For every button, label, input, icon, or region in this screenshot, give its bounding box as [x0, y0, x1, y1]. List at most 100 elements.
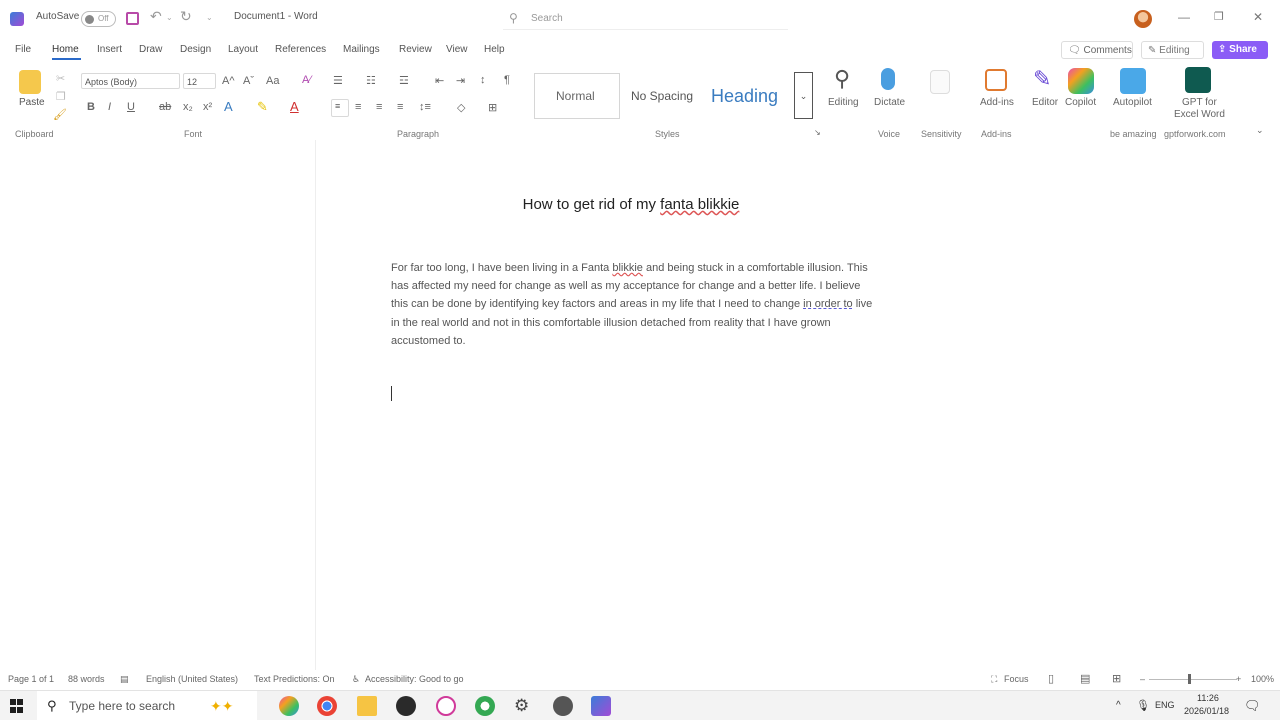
tab-mailings[interactable]: Mailings [343, 44, 380, 55]
shading-icon[interactable]: ◇ [457, 101, 465, 114]
document-heading[interactable]: How to get rid of my fanta blikkie [370, 196, 892, 213]
tab-design[interactable]: Design [180, 44, 211, 55]
minimize-icon[interactable]: — [1178, 10, 1190, 24]
editing-ribbon-label[interactable]: Editing [828, 97, 859, 108]
file-explorer-icon[interactable] [357, 696, 377, 716]
text-effects-icon[interactable]: A [224, 99, 233, 114]
line-spacing-icon[interactable]: ↕≡ [419, 101, 431, 113]
ribbon-collapse-icon[interactable]: ⌄ [1256, 125, 1264, 136]
addins-label[interactable]: Add-ins [980, 97, 1014, 108]
increase-indent-icon[interactable]: ⇥ [456, 74, 465, 87]
zoom-level[interactable]: 100% [1251, 674, 1274, 684]
app-icon[interactable] [553, 696, 573, 716]
align-right-icon[interactable]: ≡ [376, 101, 382, 113]
gpt-icon[interactable] [1185, 67, 1211, 93]
customize-toolbar-icon[interactable]: ⌄ [206, 13, 213, 22]
tab-view[interactable]: View [446, 44, 468, 55]
align-left-button[interactable]: ≡ [331, 99, 349, 117]
italic-button[interactable]: I [108, 101, 111, 113]
tab-help[interactable]: Help [484, 44, 505, 55]
editor-icon[interactable]: ✎ [1033, 66, 1051, 92]
restore-icon[interactable]: ❐ [1214, 10, 1224, 23]
microphone-icon[interactable] [881, 68, 895, 90]
account-avatar[interactable] [1134, 10, 1152, 28]
superscript-button[interactable]: x² [203, 101, 212, 113]
copilot-taskbar-icon[interactable] [279, 696, 299, 716]
tab-draw[interactable]: Draw [139, 44, 162, 55]
font-name-box[interactable]: Aptos (Body) [81, 73, 180, 89]
word-count[interactable]: 88 words [68, 674, 105, 684]
find-icon[interactable]: ⚲ [834, 66, 850, 92]
chrome-taskbar-icon[interactable] [317, 696, 337, 716]
tab-layout[interactable]: Layout [228, 44, 258, 55]
clock-date[interactable]: 2026/01/18 [1184, 706, 1229, 716]
notifications-icon[interactable]: 🗨 [1244, 698, 1261, 714]
proofing-icon[interactable]: ▤ [120, 674, 129, 685]
numbering-icon[interactable]: ☷ [366, 74, 376, 87]
addins-icon[interactable] [985, 69, 1007, 91]
tab-home[interactable]: Home [52, 44, 79, 55]
web-layout-icon[interactable]: ⊞ [1112, 672, 1121, 685]
undo-dropdown-icon[interactable]: ⌄ [166, 13, 173, 22]
copy-icon[interactable]: ❐ [56, 90, 66, 103]
gpt-label-line1[interactable]: GPT for [1182, 97, 1217, 108]
underline-button[interactable]: U [127, 101, 135, 113]
gpt-label-line2[interactable]: Excel Word [1174, 109, 1225, 120]
font-size-box[interactable]: 12 [183, 73, 216, 89]
mic-tray-icon[interactable]: 🎙 [1136, 699, 1150, 712]
tab-file[interactable]: File [15, 44, 31, 55]
sort-icon[interactable]: ↕ [480, 74, 486, 86]
styles-more-icon[interactable]: ⌄ [794, 72, 813, 119]
dictate-label[interactable]: Dictate [874, 97, 905, 108]
style-heading[interactable]: Heading [711, 86, 778, 107]
style-normal[interactable]: Normal [556, 89, 595, 103]
font-color-icon[interactable]: A [290, 99, 299, 114]
zoom-slider-track[interactable] [1149, 679, 1237, 680]
language[interactable]: English (United States) [146, 674, 238, 684]
snipping-tool-icon[interactable] [436, 696, 456, 716]
undo-icon[interactable]: ↶ [150, 8, 162, 25]
borders-icon[interactable]: ⊞ [488, 101, 497, 114]
cut-icon[interactable]: ✂ [56, 72, 65, 85]
subscript-button[interactable]: x₂ [183, 101, 193, 113]
obs-icon[interactable] [396, 696, 416, 716]
zoom-out-icon[interactable]: – [1140, 674, 1145, 684]
close-icon[interactable]: ✕ [1253, 10, 1263, 24]
sensitivity-icon[interactable] [930, 70, 950, 94]
justify-icon[interactable]: ≡ [397, 101, 403, 113]
format-painter-icon[interactable]: 🖌 [53, 108, 67, 121]
autosave-toggle[interactable]: Off [81, 11, 116, 27]
tray-expand-icon[interactable]: ^ [1116, 700, 1121, 711]
word-taskbar-icon[interactable] [591, 696, 611, 716]
paste-label[interactable]: Paste [19, 97, 45, 108]
change-case-icon[interactable]: Aa [266, 75, 279, 87]
grow-font-icon[interactable]: A^ [222, 75, 235, 87]
share-button[interactable]: ⇪ Share [1212, 41, 1268, 59]
decrease-indent-icon[interactable]: ⇤ [435, 74, 444, 87]
copilot-icon[interactable] [1068, 68, 1094, 94]
page-count[interactable]: Page 1 of 1 [8, 674, 54, 684]
show-marks-icon[interactable]: ¶ [504, 74, 510, 86]
search-box[interactable]: ⚲ Search [503, 8, 788, 30]
shrink-font-icon[interactable]: Aˇ [243, 75, 254, 87]
settings-icon[interactable]: ⚙ [514, 696, 529, 716]
style-no-spacing[interactable]: No Spacing [631, 89, 693, 103]
autopilot-icon[interactable] [1120, 68, 1146, 94]
zoom-in-icon[interactable]: + [1236, 674, 1241, 684]
multilevel-list-icon[interactable]: ☲ [399, 74, 409, 87]
save-icon[interactable] [126, 12, 139, 25]
redo-icon[interactable]: ↻ [180, 8, 192, 25]
tab-review[interactable]: Review [399, 44, 432, 55]
document-body[interactable]: For far too long, I have been living in … [391, 259, 873, 350]
comments-button[interactable]: 🗨 Comments [1061, 41, 1133, 59]
read-mode-icon[interactable]: ▯ [1048, 672, 1054, 685]
autopilot-label[interactable]: Autopilot [1113, 97, 1152, 108]
input-language[interactable]: ENG [1155, 700, 1175, 710]
print-layout-icon[interactable]: ▤ [1080, 672, 1090, 685]
tab-insert[interactable]: Insert [97, 44, 122, 55]
clear-formatting-icon[interactable]: A⁄ [302, 74, 311, 86]
highlight-icon[interactable]: ✎ [257, 99, 268, 115]
zoom-slider-thumb[interactable] [1188, 674, 1191, 684]
styles-launcher-icon[interactable]: ↘ [814, 128, 821, 137]
chrome-profile-icon[interactable] [475, 696, 495, 716]
